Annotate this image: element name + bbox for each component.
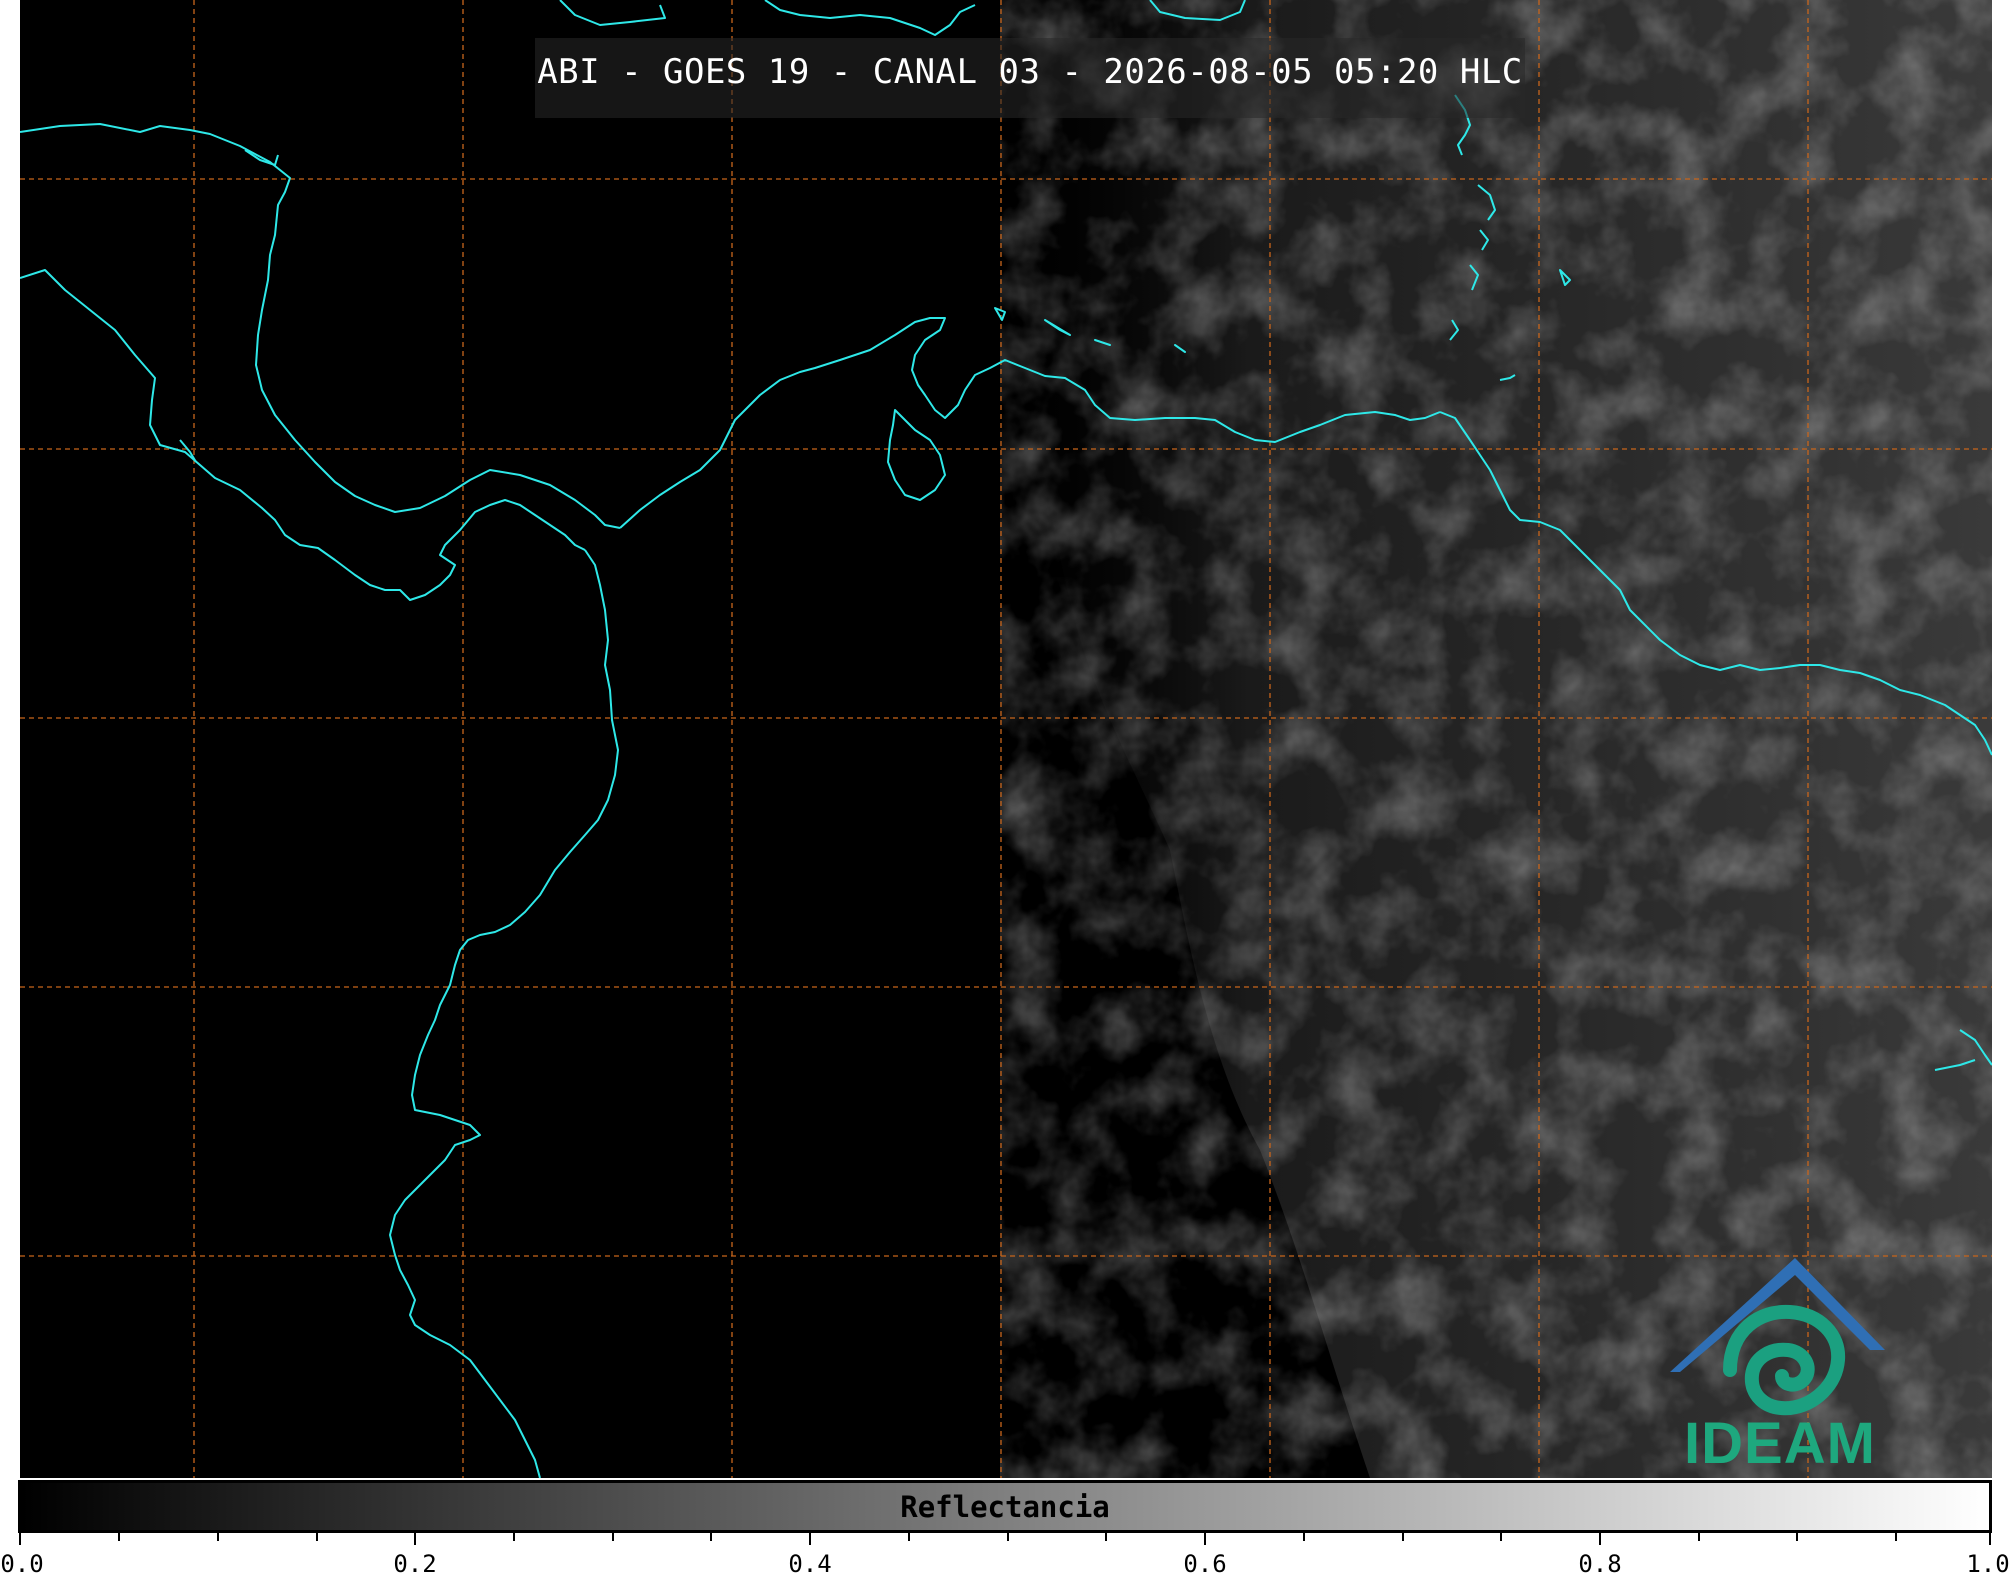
satellite-map xyxy=(20,0,1992,1478)
colorbar-tick-label: 0.4 xyxy=(788,1550,832,1578)
colorbar-ticks xyxy=(19,1533,1991,1545)
colorbar-tick-label: 1.0 xyxy=(1966,1550,2010,1578)
map-title: ABI - GOES 19 - CANAL 03 - 2026-08-05 05… xyxy=(537,52,1523,92)
colorbar-tick-label: 0.0 xyxy=(0,1550,44,1578)
colorbar-tick-label: 0.8 xyxy=(1578,1550,1622,1578)
colorbar-label: Reflectancia xyxy=(900,1490,1110,1524)
colorbar-tick-label: 0.6 xyxy=(1183,1550,1227,1578)
colorbar-tick-label: 0.2 xyxy=(393,1550,437,1578)
logo-text: IDEAM xyxy=(1684,1411,1876,1476)
